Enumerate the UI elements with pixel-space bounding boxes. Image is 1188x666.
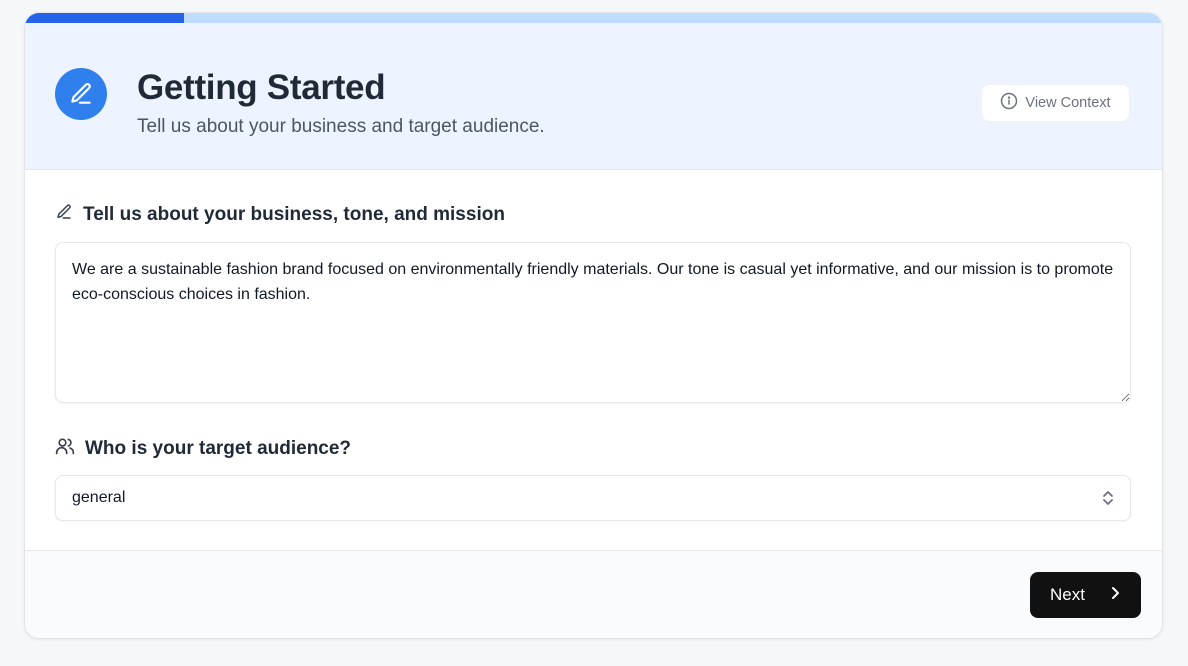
next-button[interactable]: Next — [1030, 572, 1141, 618]
chevron-up-down-icon — [1100, 489, 1116, 512]
audience-select-value: general — [72, 489, 126, 506]
audience-field-label: Who is your target audience? — [55, 436, 351, 462]
business-description-input[interactable]: We are a sustainable fashion brand focus… — [55, 242, 1131, 403]
progress-bar-fill — [25, 13, 185, 23]
business-label-text: Tell us about your business, tone, and m… — [83, 204, 505, 225]
onboarding-card: Getting Started Tell us about your busin… — [25, 13, 1162, 638]
users-icon — [55, 436, 75, 462]
pencil-icon — [55, 68, 107, 120]
next-button-label: Next — [1050, 585, 1085, 604]
view-context-button[interactable]: View Context — [981, 84, 1130, 122]
progress-bar — [25, 13, 1162, 23]
audience-select[interactable]: general — [55, 475, 1131, 521]
card-footer: Next — [25, 550, 1162, 638]
page-title: Getting Started — [137, 68, 386, 107]
business-field-label: Tell us about your business, tone, and m… — [55, 203, 505, 227]
info-icon — [1000, 92, 1018, 114]
chevron-right-icon — [1109, 585, 1121, 605]
audience-label-text: Who is your target audience? — [85, 438, 352, 459]
page-subtitle: Tell us about your business and target a… — [137, 116, 545, 137]
view-context-label: View Context — [1025, 95, 1111, 111]
pencil-icon — [55, 203, 73, 227]
card-header: Getting Started Tell us about your busin… — [25, 23, 1162, 170]
